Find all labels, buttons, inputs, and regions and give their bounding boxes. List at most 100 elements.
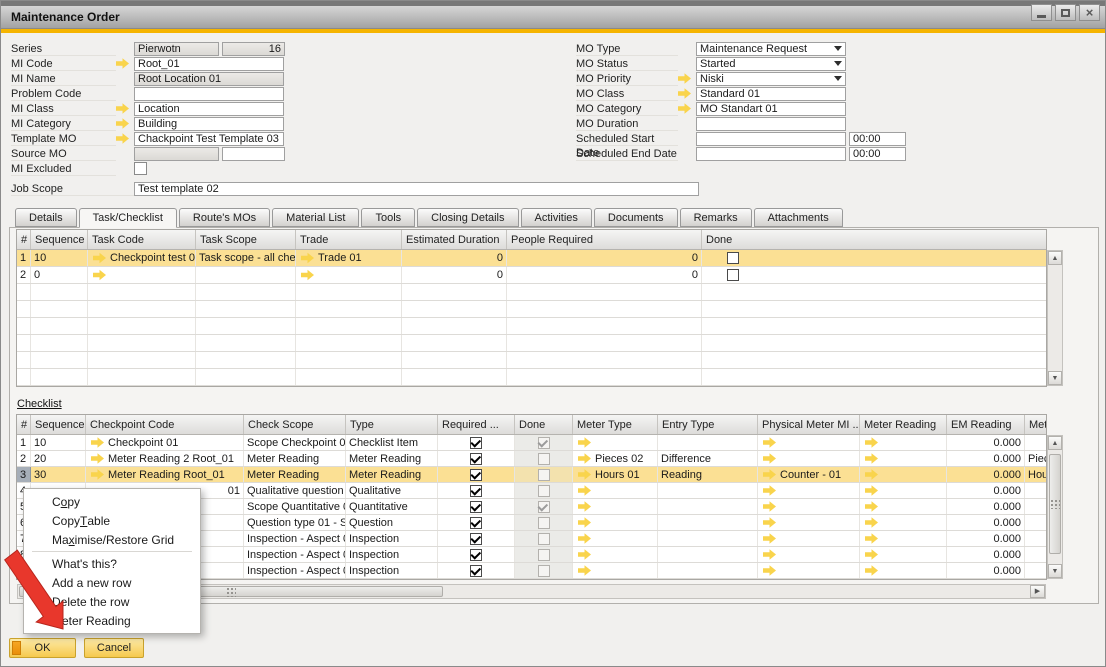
cell-type[interactable]: Question xyxy=(346,515,438,530)
link-arrow-icon[interactable] xyxy=(578,517,591,528)
link-arrow-icon[interactable] xyxy=(763,565,776,576)
column-header-sequence[interactable]: Sequence xyxy=(31,415,86,434)
link-arrow-icon[interactable] xyxy=(91,437,104,448)
cell-type[interactable]: Inspection xyxy=(346,563,438,578)
cell-entry-type[interactable] xyxy=(658,483,758,498)
link-arrow-icon[interactable] xyxy=(116,133,129,144)
mo-priority-field[interactable]: Niski xyxy=(696,72,846,86)
checkbox-icon[interactable] xyxy=(470,469,482,481)
checkbox-icon[interactable] xyxy=(538,565,550,577)
cell-required[interactable] xyxy=(438,531,515,546)
empty-cell[interactable] xyxy=(296,369,402,385)
cell-physical-meter-mi[interactable] xyxy=(758,563,860,578)
cell-done[interactable] xyxy=(515,563,573,578)
empty-cell[interactable] xyxy=(88,301,196,317)
cell-physical-meter-mi[interactable] xyxy=(758,531,860,546)
empty-cell[interactable] xyxy=(196,301,296,317)
cell-em-reading[interactable]: 0.000 xyxy=(947,435,1025,450)
column-header-checkpoint-code[interactable]: Checkpoint Code xyxy=(86,415,244,434)
empty-row[interactable] xyxy=(17,352,1046,369)
menu-item-meter-reading[interactable]: Meter Reading xyxy=(24,611,200,630)
cell-check-scope[interactable]: Scope Checkpoint 01 xyxy=(244,435,346,450)
empty-cell[interactable] xyxy=(196,335,296,351)
cell-meter-type[interactable] xyxy=(573,483,658,498)
empty-cell[interactable] xyxy=(296,352,402,368)
cell-physical-meter-mi[interactable]: Counter - 01 xyxy=(758,467,860,482)
empty-cell[interactable] xyxy=(17,352,31,368)
menu-item-maximise-restore-grid[interactable]: Maximise/Restore Grid xyxy=(24,530,200,549)
checkbox-icon[interactable] xyxy=(538,485,550,497)
cell-mete[interactable]: Hours ( xyxy=(1025,467,1047,482)
menu-item-copy-table[interactable]: Copy Table xyxy=(24,511,200,530)
column-header-check-scope[interactable]: Check Scope xyxy=(244,415,346,434)
checkbox-icon[interactable] xyxy=(538,517,550,529)
checkbox-icon[interactable] xyxy=(538,437,550,449)
mo-type-field[interactable]: Maintenance Request xyxy=(696,42,846,56)
cell-em-reading[interactable]: 0.000 xyxy=(947,563,1025,578)
link-arrow-icon[interactable] xyxy=(91,453,104,464)
cell-required[interactable] xyxy=(438,515,515,530)
column-header-[interactable]: # xyxy=(17,415,31,434)
empty-cell[interactable] xyxy=(31,369,88,385)
mo-class-field[interactable]: Standard 01 xyxy=(696,87,846,101)
checkbox-icon[interactable] xyxy=(470,485,482,497)
source-mo-field[interactable] xyxy=(134,147,219,161)
column-header-people-required[interactable]: People Required xyxy=(507,230,702,249)
link-arrow-icon[interactable] xyxy=(578,501,591,512)
problem-code-field[interactable] xyxy=(134,87,284,101)
empty-cell[interactable] xyxy=(702,335,1047,351)
column-header-meter-reading[interactable]: Meter Reading xyxy=(860,415,947,434)
column-header-entry-type[interactable]: Entry Type xyxy=(658,415,758,434)
source-mo-field-2[interactable] xyxy=(222,147,285,161)
mi-name-field[interactable]: Root Location 01 xyxy=(134,72,284,86)
tab-documents[interactable]: Documents xyxy=(594,208,678,227)
link-arrow-icon[interactable] xyxy=(763,453,776,464)
cell-done[interactable] xyxy=(515,531,573,546)
cell-mete[interactable] xyxy=(1025,483,1047,498)
link-arrow-icon[interactable] xyxy=(763,437,776,448)
ok-button[interactable]: OK xyxy=(9,638,76,658)
link-arrow-icon[interactable] xyxy=(763,469,776,480)
link-arrow-icon[interactable] xyxy=(91,469,104,480)
empty-cell[interactable] xyxy=(402,369,507,385)
link-arrow-icon[interactable] xyxy=(578,453,591,464)
empty-cell[interactable] xyxy=(402,352,507,368)
empty-cell[interactable] xyxy=(702,301,1047,317)
link-arrow-icon[interactable] xyxy=(763,485,776,496)
empty-cell[interactable] xyxy=(31,301,88,317)
task-table-vscrollbar[interactable]: ▲ ▼ xyxy=(1047,250,1063,386)
cell-entry-type[interactable] xyxy=(658,563,758,578)
menu-item-delete-the-row[interactable]: Delete the row xyxy=(24,592,200,611)
link-arrow-icon[interactable] xyxy=(578,485,591,496)
cell-type[interactable]: Qualitative xyxy=(346,483,438,498)
checkbox-icon[interactable] xyxy=(538,501,550,513)
empty-cell[interactable] xyxy=(702,369,1047,385)
cell-meter-type[interactable] xyxy=(573,435,658,450)
empty-cell[interactable] xyxy=(88,318,196,334)
cell-type[interactable]: Quantitative xyxy=(346,499,438,514)
scheduled-end-date-field-2[interactable]: 00:00 xyxy=(849,147,906,161)
link-arrow-icon[interactable] xyxy=(865,549,878,560)
link-arrow-icon[interactable] xyxy=(678,88,691,99)
cell-task-scope[interactable]: Task scope - all checkp xyxy=(196,250,296,266)
cell-required[interactable] xyxy=(438,563,515,578)
cell-checkpoint-code[interactable]: Meter Reading 2 Root_01 xyxy=(86,451,244,466)
cell-checkpoint-code[interactable]: Checkpoint 01 xyxy=(86,435,244,450)
cell-done[interactable] xyxy=(702,250,1047,266)
empty-cell[interactable] xyxy=(17,318,31,334)
cell-meter-reading[interactable] xyxy=(860,435,947,450)
link-arrow-icon[interactable] xyxy=(116,103,129,114)
checkbox-icon[interactable] xyxy=(538,549,550,561)
empty-cell[interactable] xyxy=(31,318,88,334)
empty-cell[interactable] xyxy=(507,369,702,385)
cell-physical-meter-mi[interactable] xyxy=(758,451,860,466)
checkbox-icon[interactable] xyxy=(470,565,482,577)
empty-cell[interactable] xyxy=(196,352,296,368)
cell-estimated-duration[interactable]: 0 xyxy=(402,267,507,283)
scroll-down-icon[interactable]: ▼ xyxy=(1048,371,1062,385)
cell-meter-reading[interactable] xyxy=(860,531,947,546)
empty-cell[interactable] xyxy=(296,284,402,300)
cell-type[interactable]: Inspection xyxy=(346,531,438,546)
cell-required[interactable] xyxy=(438,451,515,466)
cell-check-scope[interactable]: Meter Reading xyxy=(244,467,346,482)
